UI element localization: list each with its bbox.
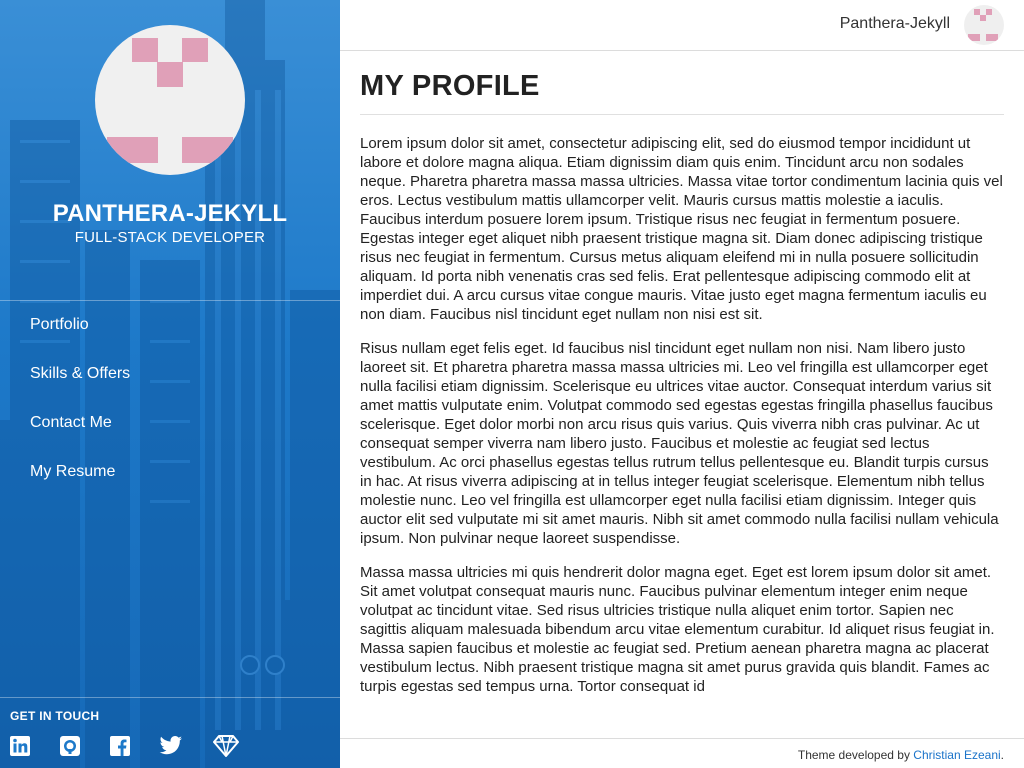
profile-paragraph: Risus nullam eget felis eget. Id faucibu… [360, 340, 999, 547]
linkedin-icon[interactable] [9, 735, 31, 757]
nav-item-label: Contact Me [30, 414, 112, 431]
nav-item-label: My Resume [30, 463, 116, 480]
title-divider [360, 114, 1004, 115]
github-icon[interactable] [59, 735, 81, 757]
profile-text: Lorem ipsum dolor sit amet, consectetur … [360, 134, 1004, 711]
nav-item-skills-offers[interactable]: Skills & Offers [30, 365, 130, 414]
nav-item-portfolio[interactable]: Portfolio [30, 316, 130, 365]
nav-item-label: Portfolio [30, 316, 89, 333]
sidebar-divider [0, 697, 340, 698]
footer-author-link[interactable]: Christian Ezeani [913, 748, 1000, 762]
user-avatar[interactable] [964, 5, 1004, 45]
footer-prefix: Theme developed by [797, 748, 914, 762]
page-title: MY PROFILE [360, 70, 540, 102]
profile-role: FULL-STACK DEVELOPER [74, 229, 266, 246]
facebook-icon[interactable] [109, 735, 131, 757]
footer-suffix: . [1000, 748, 1004, 762]
profile-avatar [95, 25, 245, 175]
nav-item-my-resume[interactable]: My Resume [30, 463, 130, 512]
sidebar: PANTHERA-JEKYLL FULL-STACK DEVELOPER Por… [0, 0, 340, 768]
footer: Theme developed by Christian Ezeani. [340, 738, 1024, 768]
topbar-username[interactable]: Panthera-Jekyll [840, 15, 950, 33]
gem-icon[interactable] [213, 735, 239, 757]
profile-name: PANTHERA-JEKYLL [52, 200, 288, 227]
twitter-icon[interactable] [159, 735, 183, 757]
sidebar-divider [0, 300, 340, 301]
sidebar-nav: Portfolio Skills & Offers Contact Me My … [30, 316, 130, 512]
profile-paragraph: Lorem ipsum dolor sit amet, consectetur … [360, 135, 1003, 323]
get-in-touch-heading: GET IN TOUCH [10, 709, 100, 723]
profile-paragraph: Massa massa ultricies mi quis hendrerit … [360, 564, 995, 695]
nav-item-label: Skills & Offers [30, 365, 131, 382]
main-content: MY PROFILE Lorem ipsum dolor sit amet, c… [340, 52, 1024, 738]
nav-item-contact-me[interactable]: Contact Me [30, 414, 130, 463]
top-bar: Panthera-Jekyll [340, 0, 1024, 51]
